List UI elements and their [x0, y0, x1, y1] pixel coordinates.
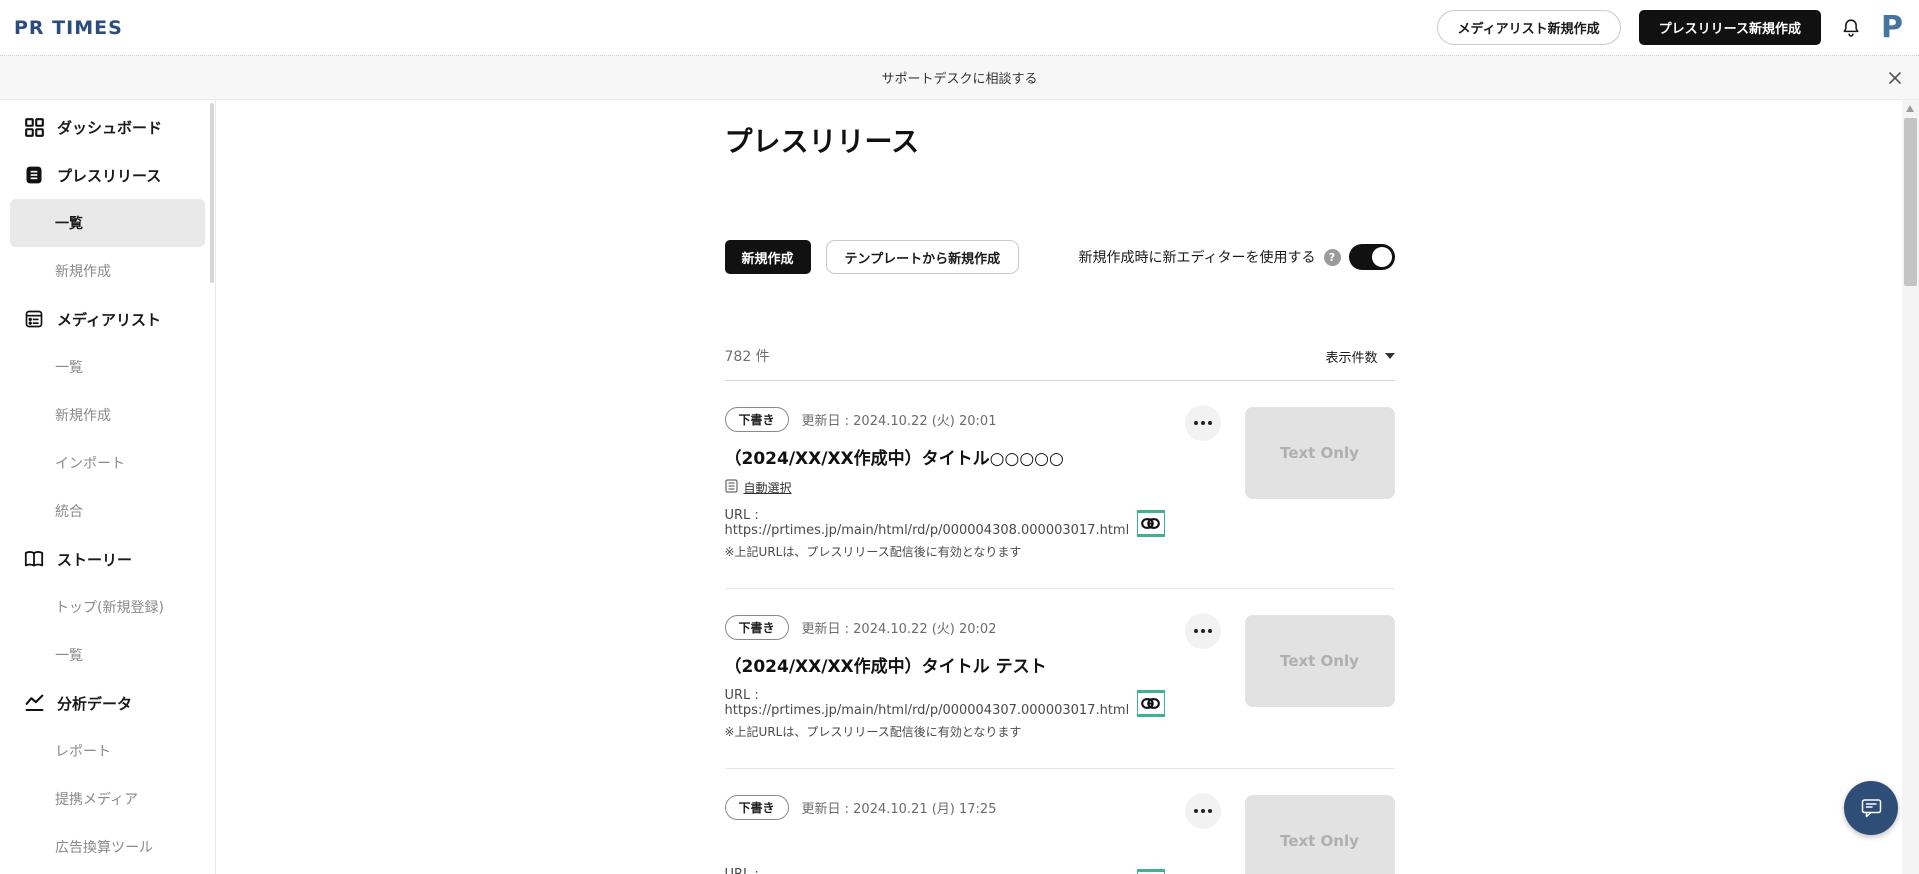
create-media-list-button[interactable]: メディアリスト新規作成 [1437, 10, 1621, 45]
main-scrollbar[interactable] [1902, 100, 1919, 874]
press-release-item-3: 下書き 更新日 : 2024.10.21 (月) 17:25 URL : htt… [725, 769, 1395, 874]
sidebar-item-media-list-merge[interactable]: 統合 [10, 487, 205, 535]
thumbnail-placeholder: Text Only [1245, 407, 1395, 499]
sidebar-item-media-list[interactable]: メディアリスト [10, 295, 205, 343]
header-actions: メディアリスト新規作成 プレスリリース新規作成 P [1437, 10, 1905, 45]
release-title[interactable]: （2024/XX/XX作成中）タイトル テスト [725, 652, 1165, 677]
book-icon [22, 547, 46, 571]
sidebar-item-media-list-import[interactable]: インポート [10, 439, 205, 487]
actions-row: 新規作成 テンプレートから新規作成 新規作成時に新エディターを使用する ? [725, 240, 1395, 274]
more-options-button[interactable] [1185, 613, 1221, 649]
thumbnail-label: Text Only [1280, 832, 1359, 850]
document-icon [22, 163, 46, 187]
sidebar-scrollbar-thumb[interactable] [210, 103, 214, 283]
support-banner: サポートデスクに相談する [0, 56, 1919, 100]
sidebar-item-press-release[interactable]: プレスリリース [10, 151, 205, 199]
prtimes-logo[interactable]: PR TIMES [14, 17, 123, 39]
release-url: URL : https://prtimes.jp/main/html/rd/p/… [725, 867, 1130, 874]
sidebar-item-media-list-new[interactable]: 新規作成 [10, 391, 205, 439]
help-icon[interactable]: ? [1324, 249, 1341, 266]
copy-link-button[interactable] [1137, 510, 1164, 537]
press-release-item-1: 下書き 更新日 : 2024.10.22 (火) 20:01 （2024/XX/… [725, 381, 1395, 589]
thumbnail-label: Text Only [1280, 444, 1359, 462]
auto-select-row: 自動選択 [725, 478, 1165, 497]
copy-link-button[interactable] [1137, 869, 1164, 874]
chart-icon [22, 691, 46, 715]
thumbnail-placeholder: Text Only [1245, 615, 1395, 707]
result-count: 782 件 [725, 346, 770, 366]
editor-toggle-group: 新規作成時に新エディターを使用する ? [1078, 244, 1394, 270]
sidebar-item-media-list-list[interactable]: 一覧 [10, 343, 205, 391]
sidebar-item-analytics[interactable]: 分析データ [10, 679, 205, 727]
bell-icon[interactable] [1839, 16, 1863, 40]
category-icon [725, 478, 738, 497]
main-content: プレスリリース 新規作成 テンプレートから新規作成 新規作成時に新エディターを使… [217, 100, 1902, 874]
top-header: PR TIMES メディアリスト新規作成 プレスリリース新規作成 P [0, 0, 1919, 56]
more-options-button[interactable] [1185, 793, 1221, 829]
sidebar-item-story-top[interactable]: トップ(新規登録) [10, 583, 205, 631]
sidebar-item-press-release-list[interactable]: 一覧 [10, 199, 205, 247]
sidebar-item-analytics-ad-conversion[interactable]: 広告換算ツール [10, 823, 205, 871]
display-count-label: 表示件数 [1325, 347, 1377, 366]
press-release-item-2: 下書き 更新日 : 2024.10.22 (火) 20:02 （2024/XX/… [725, 589, 1395, 769]
auto-select-link[interactable]: 自動選択 [744, 479, 792, 496]
close-icon[interactable] [1885, 68, 1905, 88]
new-release-button[interactable]: 新規作成 [725, 240, 811, 274]
chat-support-button[interactable] [1844, 781, 1898, 835]
link-icon [1138, 513, 1164, 534]
link-icon [1138, 693, 1164, 714]
updated-date: 更新日 : 2024.10.22 (火) 20:01 [802, 410, 997, 429]
new-editor-toggle[interactable] [1349, 244, 1395, 270]
release-title[interactable] [725, 832, 1165, 856]
sidebar-item-dashboard[interactable]: ダッシュボード [10, 103, 205, 151]
support-banner-link[interactable]: サポートデスクに相談する [881, 68, 1037, 87]
url-note: ※上記URLは、プレスリリース配信後に有効となります [725, 543, 1165, 560]
chat-bubble-icon [1858, 793, 1885, 824]
account-avatar[interactable]: P [1881, 13, 1905, 43]
status-badge: 下書き [725, 615, 789, 640]
release-url: URL : https://prtimes.jp/main/html/rd/p/… [725, 688, 1130, 718]
editor-toggle-label: 新規作成時に新エディターを使用する [1078, 247, 1315, 267]
display-count-dropdown[interactable]: 表示件数 [1325, 347, 1394, 366]
new-from-template-button[interactable]: テンプレートから新規作成 [826, 240, 1020, 274]
sidebar-item-analytics-report[interactable]: レポート [10, 727, 205, 775]
scrollbar-thumb[interactable] [1904, 118, 1917, 286]
status-badge: 下書き [725, 795, 789, 820]
chevron-down-icon [1385, 353, 1395, 359]
more-options-button[interactable] [1185, 405, 1221, 441]
release-title[interactable]: （2024/XX/XX作成中）タイトル○○○○○ [725, 444, 1165, 469]
sidebar-item-story[interactable]: ストーリー [10, 535, 205, 583]
create-press-release-button[interactable]: プレスリリース新規作成 [1639, 10, 1821, 45]
thumbnail-placeholder: Text Only [1245, 795, 1395, 874]
copy-link-button[interactable] [1137, 690, 1164, 717]
status-badge: 下書き [725, 407, 789, 432]
updated-date: 更新日 : 2024.10.21 (月) 17:25 [802, 798, 997, 817]
medialist-icon [22, 307, 46, 331]
updated-date: 更新日 : 2024.10.22 (火) 20:02 [802, 618, 997, 637]
sidebar-nav: ダッシュボード プレスリリース 一覧 新規作成 メディアリスト 一覧 新規作成 … [0, 100, 216, 874]
release-url: URL : https://prtimes.jp/main/html/rd/p/… [725, 508, 1130, 538]
dashboard-icon [22, 115, 46, 139]
thumbnail-label: Text Only [1280, 652, 1359, 670]
toggle-knob [1372, 247, 1392, 267]
release-list: 下書き 更新日 : 2024.10.22 (火) 20:01 （2024/XX/… [725, 381, 1395, 874]
sidebar-item-story-list[interactable]: 一覧 [10, 631, 205, 679]
url-note: ※上記URLは、プレスリリース配信後に有効となります [725, 723, 1165, 740]
sidebar-item-press-release-new[interactable]: 新規作成 [10, 247, 205, 295]
count-row: 782 件 表示件数 [725, 346, 1395, 381]
sidebar-item-analytics-partner-media[interactable]: 提携メディア [10, 775, 205, 823]
page-title: プレスリリース [725, 120, 1395, 160]
scrollbar-up-arrow-icon[interactable] [1906, 105, 1914, 112]
